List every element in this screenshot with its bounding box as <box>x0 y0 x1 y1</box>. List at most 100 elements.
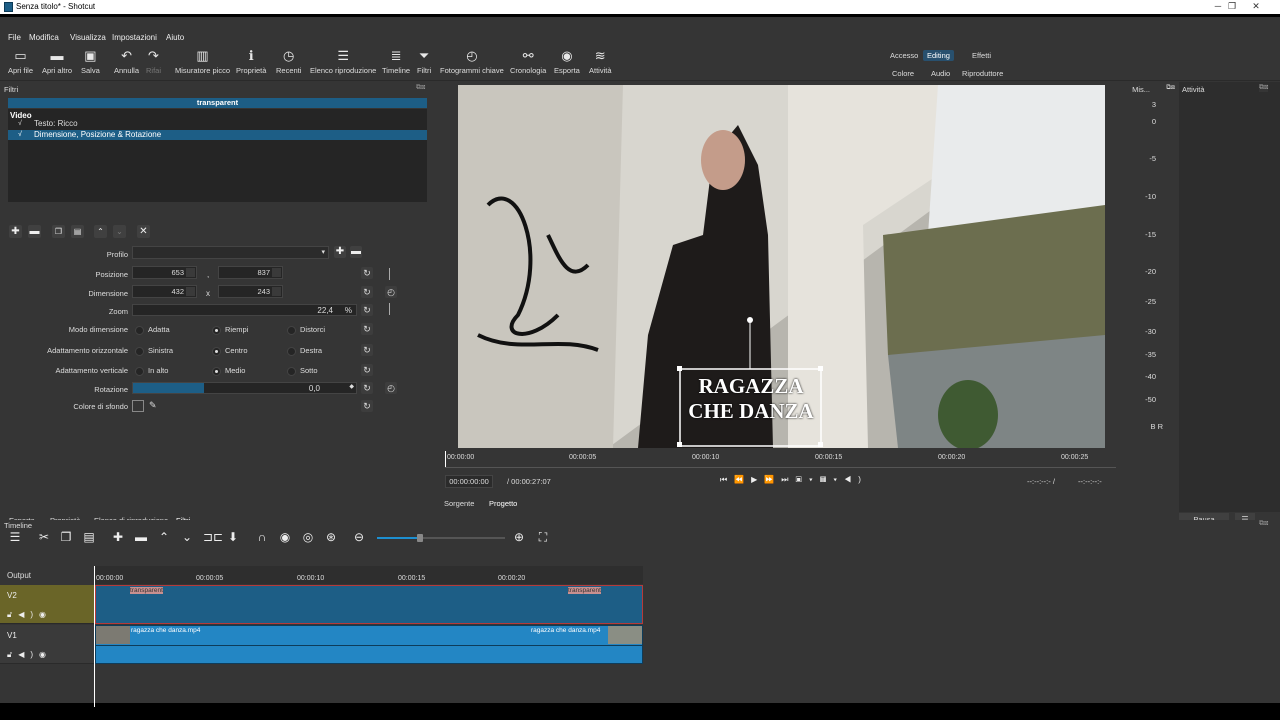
eyedropper-icon[interactable]: ✎ <box>149 400 157 411</box>
reset-zoom-button[interactable]: ↻ <box>361 304 373 316</box>
h-fit-destra[interactable]: Destra <box>287 346 322 356</box>
jobs-button[interactable]: ≋ Attività <box>589 49 612 76</box>
size-height-input[interactable]: 243 <box>218 285 283 298</box>
play-icon[interactable]: ▶ <box>751 475 764 484</box>
filter-item-testo-ricco[interactable]: √ Testo: Ricco <box>8 119 427 129</box>
remove-filter-button[interactable]: ▬ <box>28 225 41 238</box>
ripple-icon[interactable]: ◎ <box>301 530 315 544</box>
copy-icon[interactable]: ❐ <box>59 530 73 544</box>
clip-transparent[interactable]: transparent transparent <box>95 585 643 624</box>
keyframes-button[interactable]: ◴ Fotogrammi chiave <box>440 49 504 76</box>
size-mode-riempi[interactable]: Riempi <box>212 325 248 335</box>
filter-item-size-position-rotation[interactable]: √ Dimensione, Posizione & Rotazione <box>8 130 427 140</box>
open-file-button[interactable]: ▭ Apri file <box>8 49 33 76</box>
text-overlay[interactable]: RAGAZZA CHE DANZA <box>676 374 826 424</box>
position-x-input[interactable]: 653 <box>132 266 197 279</box>
v-fit-medio[interactable]: Medio <box>212 366 245 376</box>
clip-ragazza-che-danza[interactable]: ragazza che danza.mp4 ragazza che danza.… <box>95 625 643 664</box>
overwrite-icon[interactable]: ⌄ <box>180 530 194 544</box>
paste-icon[interactable]: ▤ <box>82 530 96 544</box>
save-button[interactable]: ▣ Salva <box>81 49 100 76</box>
redo-button[interactable]: ↷ Rifai <box>146 49 161 76</box>
volume-icon[interactable]: ◀) <box>844 475 868 484</box>
menu-impostazioni[interactable]: Impostazioni <box>112 33 157 42</box>
eye-icon[interactable]: ◉ <box>39 650 52 659</box>
position-y-input[interactable]: 837 <box>218 266 283 279</box>
tab-sorgente[interactable]: Sorgente <box>444 499 474 508</box>
zoom-fit-icon[interactable]: ⛶ <box>536 530 550 544</box>
filter-enabled-checkbox[interactable]: √ <box>18 130 22 140</box>
properties-button[interactable]: ℹ Proprietà <box>236 49 266 76</box>
filter-enabled-checkbox[interactable]: √ <box>18 119 22 129</box>
menu-visualizza[interactable]: Visualizza <box>70 33 106 42</box>
timeline-ruler[interactable]: 00:00:00 00:00:05 00:00:10 00:00:15 00:0… <box>95 566 643 584</box>
size-mode-adatta[interactable]: Adatta <box>135 325 170 335</box>
timeline-menu-icon[interactable]: ☰ <box>8 530 22 544</box>
preset-dropdown[interactable]: ▾ <box>132 246 329 259</box>
playlist-button[interactable]: ☰ Elenco riproduzione <box>310 49 376 76</box>
fast-forward-icon[interactable]: ⏩ <box>764 475 781 484</box>
zoom-view-icon[interactable]: ▣▾ <box>796 475 820 484</box>
track-header-v2[interactable]: V2 🔓︎◀)◉ <box>0 585 95 624</box>
recent-button[interactable]: ◷ Recenti <box>276 49 301 76</box>
skip-next-icon[interactable]: ⏭ <box>781 475 795 484</box>
layout-colore[interactable]: Colore <box>892 69 914 78</box>
reset-h-fit-button[interactable]: ↻ <box>361 344 373 356</box>
rewind-icon[interactable]: ⏪ <box>734 475 751 484</box>
zoom-slider[interactable]: 22,4 % <box>132 304 357 316</box>
timeline-playhead[interactable] <box>94 566 95 707</box>
add-filter-button[interactable]: ✚ <box>9 225 22 238</box>
menu-file[interactable]: File <box>8 33 21 42</box>
reset-background-button[interactable]: ↻ <box>361 400 373 412</box>
lock-icon[interactable]: 🔓︎ <box>7 610 18 619</box>
zoom-out-icon[interactable]: ⊖ <box>352 530 366 544</box>
move-up-button[interactable]: ⌃ <box>94 225 107 238</box>
scrub-icon[interactable]: ◉ <box>278 530 292 544</box>
background-color-swatch[interactable] <box>132 400 144 412</box>
reset-v-fit-button[interactable]: ↻ <box>361 364 373 376</box>
lock-icon[interactable]: 🔓︎ <box>7 650 18 659</box>
menu-modifica[interactable]: Modifica <box>29 33 59 42</box>
float-dock-icon[interactable]: ⧉⊠ <box>416 84 425 92</box>
reset-position-button[interactable]: ↻ <box>361 267 373 279</box>
v-fit-sotto[interactable]: Sotto <box>287 366 318 376</box>
snap-icon[interactable]: ∩ <box>255 530 269 544</box>
layout-accesso[interactable]: Accesso <box>890 51 918 60</box>
export-button[interactable]: ◉ Esporta <box>554 49 580 76</box>
reset-size-mode-button[interactable]: ↻ <box>361 323 373 335</box>
menu-aiuto[interactable]: Aiuto <box>166 33 184 42</box>
timecode-input[interactable]: 00:00:00:00 <box>445 475 493 488</box>
reset-rotation-button[interactable]: ↻ <box>361 382 373 394</box>
save-preset-button[interactable]: ✚ <box>334 246 346 258</box>
remove-icon[interactable]: ▬ <box>134 530 148 544</box>
layout-editing[interactable]: Editing <box>923 50 954 61</box>
mute-icon[interactable]: ◀) <box>18 610 39 619</box>
video-preview[interactable]: RAGAZZA CHE DANZA <box>458 85 1105 448</box>
viewer-playhead[interactable] <box>445 451 446 467</box>
h-fit-centro[interactable]: Centro <box>212 346 248 356</box>
timeline-button[interactable]: ≣ Timeline <box>382 49 410 76</box>
h-fit-sinistra[interactable]: Sinistra <box>135 346 173 356</box>
zoom-slider[interactable] <box>377 534 505 542</box>
layout-riproduttore[interactable]: Riproduttore <box>962 69 1003 78</box>
move-down-button[interactable]: ⌄ <box>113 225 126 238</box>
keyframe-stopwatch-icon[interactable]: ◴ <box>385 286 397 298</box>
split-icon[interactable]: ⊐⊏ <box>203 530 223 544</box>
mute-icon[interactable]: ◀) <box>18 650 39 659</box>
float-dock-icon[interactable]: ⧉⊠ <box>1157 84 1175 92</box>
close-button[interactable]: ✕ <box>1244 0 1268 14</box>
size-mode-distorci[interactable]: Distorci <box>287 325 325 335</box>
peak-meter-button[interactable]: ▥ Misuratore picco <box>175 49 230 76</box>
lift-icon[interactable]: ⌃ <box>157 530 171 544</box>
cut-icon[interactable]: ✂ <box>37 530 51 544</box>
grid-icon[interactable]: ▦▾ <box>820 475 844 484</box>
maximize-button[interactable]: ❐ <box>1220 0 1244 14</box>
float-dock-icon[interactable]: ⧉⊠ <box>1259 520 1268 528</box>
float-dock-icon[interactable]: ⧉⊠ <box>1259 84 1269 92</box>
delete-preset-button[interactable]: ▬ <box>350 246 362 258</box>
skip-previous-icon[interactable]: ⏮ <box>720 475 734 484</box>
rotation-slider[interactable]: 0,0 ◆ <box>132 382 357 394</box>
size-width-input[interactable]: 432 <box>132 285 197 298</box>
layout-audio[interactable]: Audio <box>931 69 950 78</box>
tab-progetto[interactable]: Progetto <box>489 499 517 508</box>
